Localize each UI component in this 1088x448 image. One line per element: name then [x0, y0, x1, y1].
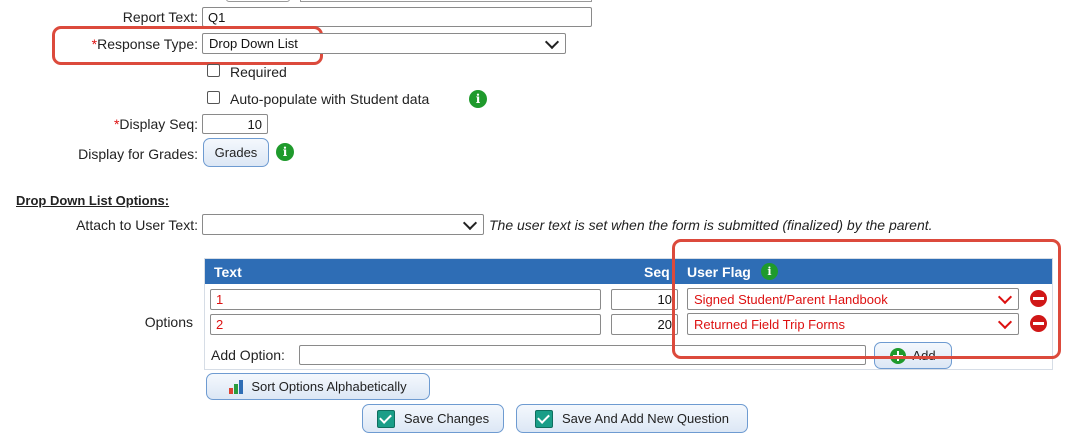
save-changes-button[interactable]: Save Changes [362, 404, 504, 433]
column-header-seq: Seq [644, 264, 670, 280]
response-type-label-text: Response Type: [97, 36, 198, 52]
user-flag-highlight [672, 239, 1061, 359]
option-seq-input[interactable] [611, 314, 678, 335]
chevron-down-icon [544, 34, 560, 49]
option-text-input[interactable] [210, 314, 601, 335]
autopopulate-label: Auto-populate with Student data [230, 91, 430, 107]
dropdown-options-title: Drop Down List Options: [16, 193, 170, 208]
display-seq-input[interactable] [202, 114, 268, 134]
column-header-text: Text [214, 264, 242, 280]
autopopulate-info-icon[interactable]: i [469, 90, 487, 108]
autopopulate-checkbox[interactable] [207, 91, 220, 104]
save-and-add-label: Save And Add New Question [562, 411, 729, 426]
display-seq-label-text: Display Seq: [119, 116, 198, 132]
attach-user-text-label: Attach to User Text: [76, 217, 198, 233]
checkmark-icon [376, 409, 395, 428]
report-text-input[interactable] [202, 7, 592, 27]
add-option-label: Add Option: [211, 347, 285, 363]
display-grades-label: Display for Grades: [78, 146, 198, 162]
sort-icon [229, 379, 244, 394]
response-type-value: Drop Down List [209, 36, 298, 51]
options-label: Options [144, 314, 193, 330]
grades-button[interactable]: Grades [203, 138, 269, 167]
sort-options-button[interactable]: Sort Options Alphabetically [206, 373, 430, 400]
checkmark-icon [535, 409, 554, 428]
cutoff-row-input [300, 0, 592, 2]
save-changes-label: Save Changes [403, 411, 490, 426]
option-seq-input[interactable] [611, 289, 678, 310]
required-checkbox[interactable] [207, 64, 220, 77]
display-seq-label: *Display Seq: [114, 116, 198, 132]
response-type-label: *Response Type: [92, 36, 198, 52]
option-text-input[interactable] [210, 289, 601, 310]
attach-user-text-note: The user text is set when the form is su… [489, 217, 933, 233]
save-and-add-button[interactable]: Save And Add New Question [516, 404, 748, 433]
report-text-label: Report Text: [122, 9, 198, 25]
sort-options-button-label: Sort Options Alphabetically [251, 379, 407, 394]
required-label: Required [230, 64, 287, 80]
response-type-select[interactable]: Drop Down List [202, 33, 566, 54]
cutoff-row-control [226, 0, 290, 2]
attach-user-text-select[interactable] [202, 214, 484, 235]
chevron-down-icon [462, 215, 478, 230]
grades-info-icon[interactable]: i [276, 143, 294, 161]
